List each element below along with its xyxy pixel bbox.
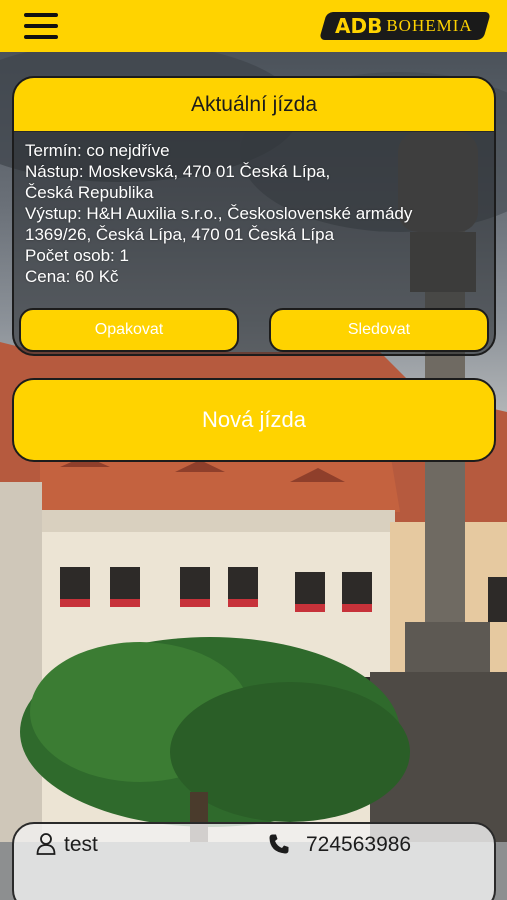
repeat-button[interactable]: Opakovat [19,308,239,352]
user-icon [36,833,56,855]
current-ride-card: Aktuální jízda Termín: co nejdříve Nástu… [12,76,496,356]
ride-dropoff: Výstup: H&H Auxilia s.r.o., Českoslovens… [25,204,413,244]
logo-text: BOHEMIA [386,16,473,35]
ride-pickup: Nástup: Moskevská, 470 01 Česká Lípa, Če… [25,162,331,202]
ride-passengers: Počet osob: 1 [25,246,129,265]
username: test [64,833,98,856]
current-ride-title: Aktuální jízda [190,92,318,116]
phone-icon [269,834,289,854]
top-bar: ADB BOHEMIA [0,0,507,52]
current-ride-header: Aktuální jízda [14,78,494,132]
logo-mark: ADB [335,14,383,38]
ride-price: Cena: 60 Kč [25,267,119,286]
ride-actions: Opakovat Sledovat [19,308,489,352]
hamburger-icon[interactable] [24,13,58,39]
track-button[interactable]: Sledovat [269,308,489,352]
new-ride-button[interactable]: Nová jízda [12,378,496,462]
phone-info[interactable]: 724563986 [268,832,411,862]
phone-number: 724563986 [306,833,412,856]
user-info[interactable]: test [36,832,268,862]
ride-details: Termín: co nejdříve Nástup: Moskevská, 4… [14,132,494,287]
user-bar: test 724563986 [12,822,496,900]
app-logo: ADB BOHEMIA [319,12,492,40]
ride-term: Termín: co nejdříve [25,141,170,160]
